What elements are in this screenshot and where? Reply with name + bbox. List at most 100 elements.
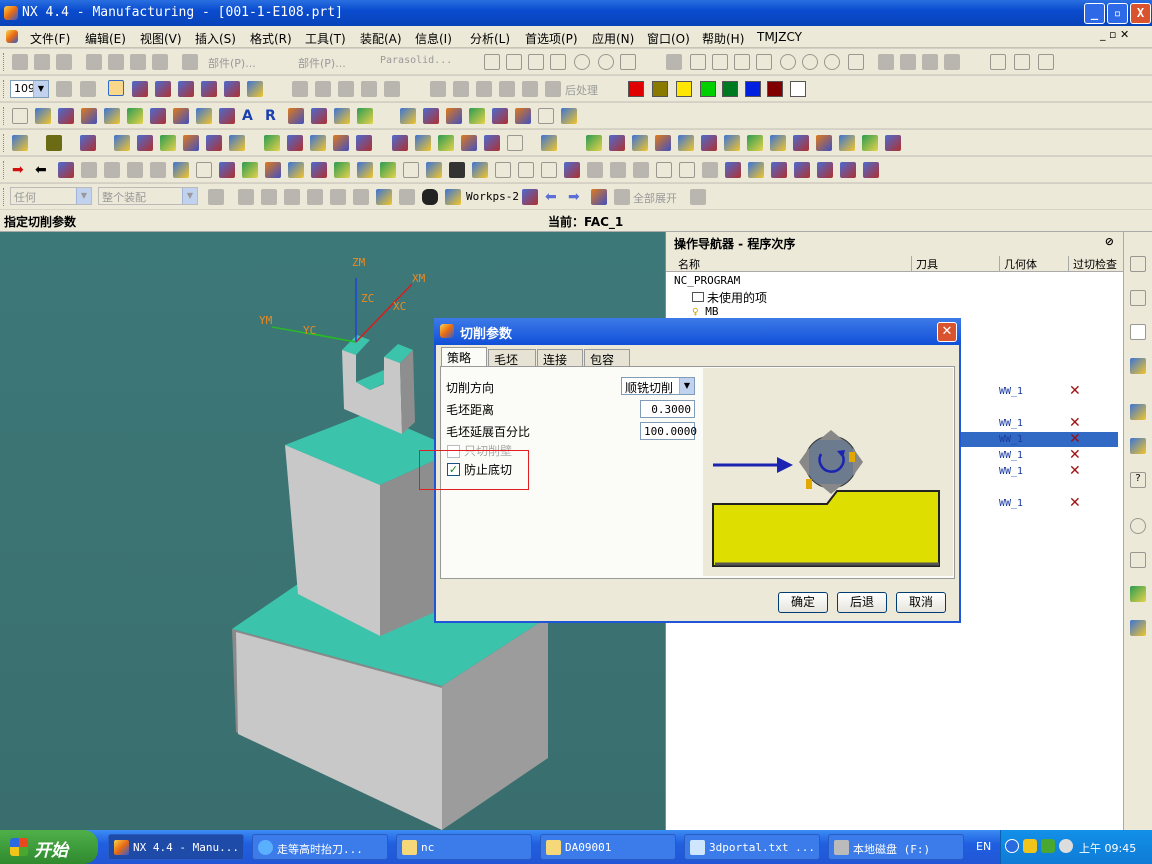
- clock[interactable]: 上午 09:45: [1079, 840, 1136, 856]
- feat-icon-22[interactable]: [541, 162, 557, 178]
- constraint-icon[interactable]: [990, 54, 1006, 70]
- open-icon[interactable]: [34, 54, 50, 70]
- create-icon-13[interactable]: [334, 108, 350, 124]
- undo-icon[interactable]: [182, 54, 198, 70]
- feat-icon-28[interactable]: [679, 162, 695, 178]
- menu-application[interactable]: 应用(N): [592, 30, 634, 47]
- op-icon-35[interactable]: [885, 135, 901, 151]
- feat-icon-30[interactable]: [725, 162, 741, 178]
- circle-icon[interactable]: [574, 54, 590, 70]
- cut-direction-select[interactable]: 顺铣切削 ▼: [621, 377, 695, 395]
- constraint3-icon[interactable]: [1038, 54, 1054, 70]
- tool-icon-b[interactable]: [155, 81, 171, 97]
- arrow-right-icon[interactable]: ➡: [12, 162, 28, 178]
- op-icon-27[interactable]: [701, 135, 717, 151]
- create-icon-19[interactable]: [492, 108, 508, 124]
- op-icon-19[interactable]: [484, 135, 500, 151]
- annotation-r-icon[interactable]: R: [265, 108, 281, 124]
- ok-button[interactable]: 确定: [778, 592, 828, 613]
- color-swatch-blue[interactable]: [745, 81, 761, 97]
- sel-icon-12[interactable]: [614, 189, 630, 205]
- sel-icon-1[interactable]: [208, 189, 224, 205]
- feat-icon-29[interactable]: [702, 162, 718, 178]
- postprocess-label[interactable]: 后处理: [565, 82, 598, 98]
- palette-icon[interactable]: [1130, 586, 1146, 602]
- sel-icon-4[interactable]: [284, 189, 300, 205]
- tool-icon-c[interactable]: [178, 81, 194, 97]
- color-swatch-white[interactable]: [790, 81, 806, 97]
- op-icon-21[interactable]: [541, 135, 557, 151]
- op-icon-15[interactable]: [392, 135, 408, 151]
- verify4-icon[interactable]: [499, 81, 515, 97]
- menu-insert[interactable]: 插入(S): [195, 30, 236, 47]
- feat-icon-13[interactable]: [334, 162, 350, 178]
- copy-icon[interactable]: [108, 54, 124, 70]
- language-indicator[interactable]: EN: [976, 840, 991, 853]
- tool-icon-d[interactable]: [201, 81, 217, 97]
- op-icon-7[interactable]: [183, 135, 199, 151]
- feat-icon-25[interactable]: [610, 162, 626, 178]
- feat-icon-15[interactable]: [380, 162, 396, 178]
- feat-icon-3[interactable]: [104, 162, 120, 178]
- create-icon-1[interactable]: [12, 108, 28, 124]
- select-icon[interactable]: [108, 80, 124, 96]
- feat-icon-1[interactable]: [58, 162, 74, 178]
- create-icon-18[interactable]: [469, 108, 485, 124]
- op-icon-8[interactable]: [206, 135, 222, 151]
- tab-blank[interactable]: 毛坯: [488, 349, 536, 367]
- cancel-button[interactable]: 取消: [896, 592, 946, 613]
- op-icon-12[interactable]: [310, 135, 326, 151]
- workpiece-icon[interactable]: [445, 189, 461, 205]
- trim-icon[interactable]: [900, 54, 916, 70]
- menu-assembly[interactable]: 装配(A): [360, 30, 402, 47]
- create-icon-9[interactable]: [196, 108, 212, 124]
- trim3-icon[interactable]: [944, 54, 960, 70]
- op-icon-9[interactable]: [229, 135, 245, 151]
- create-icon-8[interactable]: [173, 108, 189, 124]
- arc2-icon[interactable]: [550, 54, 566, 70]
- create-icon-2[interactable]: [35, 108, 51, 124]
- roles-icon[interactable]: [1130, 620, 1146, 636]
- workpiece-label[interactable]: Workps-2: [466, 190, 519, 203]
- assembly-scope-select[interactable]: 整个装配 ▼: [98, 187, 198, 205]
- feat-icon-17[interactable]: [426, 162, 442, 178]
- method-view-icon[interactable]: [1130, 358, 1146, 374]
- op-icon-29[interactable]: [747, 135, 763, 151]
- arrow-left-icon[interactable]: ⬅: [35, 162, 51, 178]
- feat-icon-5[interactable]: [150, 162, 166, 178]
- op-icon-4[interactable]: [114, 135, 130, 151]
- feat-icon-34[interactable]: [817, 162, 833, 178]
- op-icon-3[interactable]: [80, 135, 96, 151]
- op-icon-22[interactable]: [586, 135, 602, 151]
- circle5-icon[interactable]: [824, 54, 840, 70]
- arc3-icon[interactable]: [756, 54, 772, 70]
- tab-connections[interactable]: 连接: [537, 349, 583, 367]
- trim2-icon[interactable]: [922, 54, 938, 70]
- op-icon-11[interactable]: [287, 135, 303, 151]
- lock-icon[interactable]: [422, 189, 438, 205]
- start-button[interactable]: 开始: [0, 830, 98, 864]
- menu-format[interactable]: 格式(R): [250, 30, 292, 47]
- op-icon-25[interactable]: [655, 135, 671, 151]
- op-icon-16[interactable]: [415, 135, 431, 151]
- arrow-left-icon[interactable]: ⬅: [545, 189, 561, 205]
- tree-node-nc-program[interactable]: NC_PROGRAM: [674, 274, 740, 287]
- zoom-select[interactable]: 109 ▼: [10, 80, 49, 98]
- paste-icon[interactable]: [130, 54, 146, 70]
- tool-icon-a[interactable]: [132, 81, 148, 97]
- verify5-icon[interactable]: [522, 81, 538, 97]
- dialog-title-bar[interactable]: 切削参数 ✕: [434, 318, 961, 345]
- menu-tools[interactable]: 工具(T): [305, 30, 346, 47]
- sel-icon-10[interactable]: [522, 189, 538, 205]
- taskbar-item-da09001[interactable]: DA09001: [540, 834, 676, 860]
- circle2-icon[interactable]: [598, 54, 614, 70]
- verify3-icon[interactable]: [476, 81, 492, 97]
- constraint2-icon[interactable]: [1014, 54, 1030, 70]
- op-icon-17[interactable]: [438, 135, 454, 151]
- tray-app-icon[interactable]: [1023, 839, 1037, 853]
- history-icon[interactable]: [1130, 518, 1146, 534]
- point-icon[interactable]: [620, 54, 636, 70]
- col-tool[interactable]: 刀具: [911, 256, 938, 272]
- op-icon-14[interactable]: [356, 135, 372, 151]
- feat-icon-24[interactable]: [587, 162, 603, 178]
